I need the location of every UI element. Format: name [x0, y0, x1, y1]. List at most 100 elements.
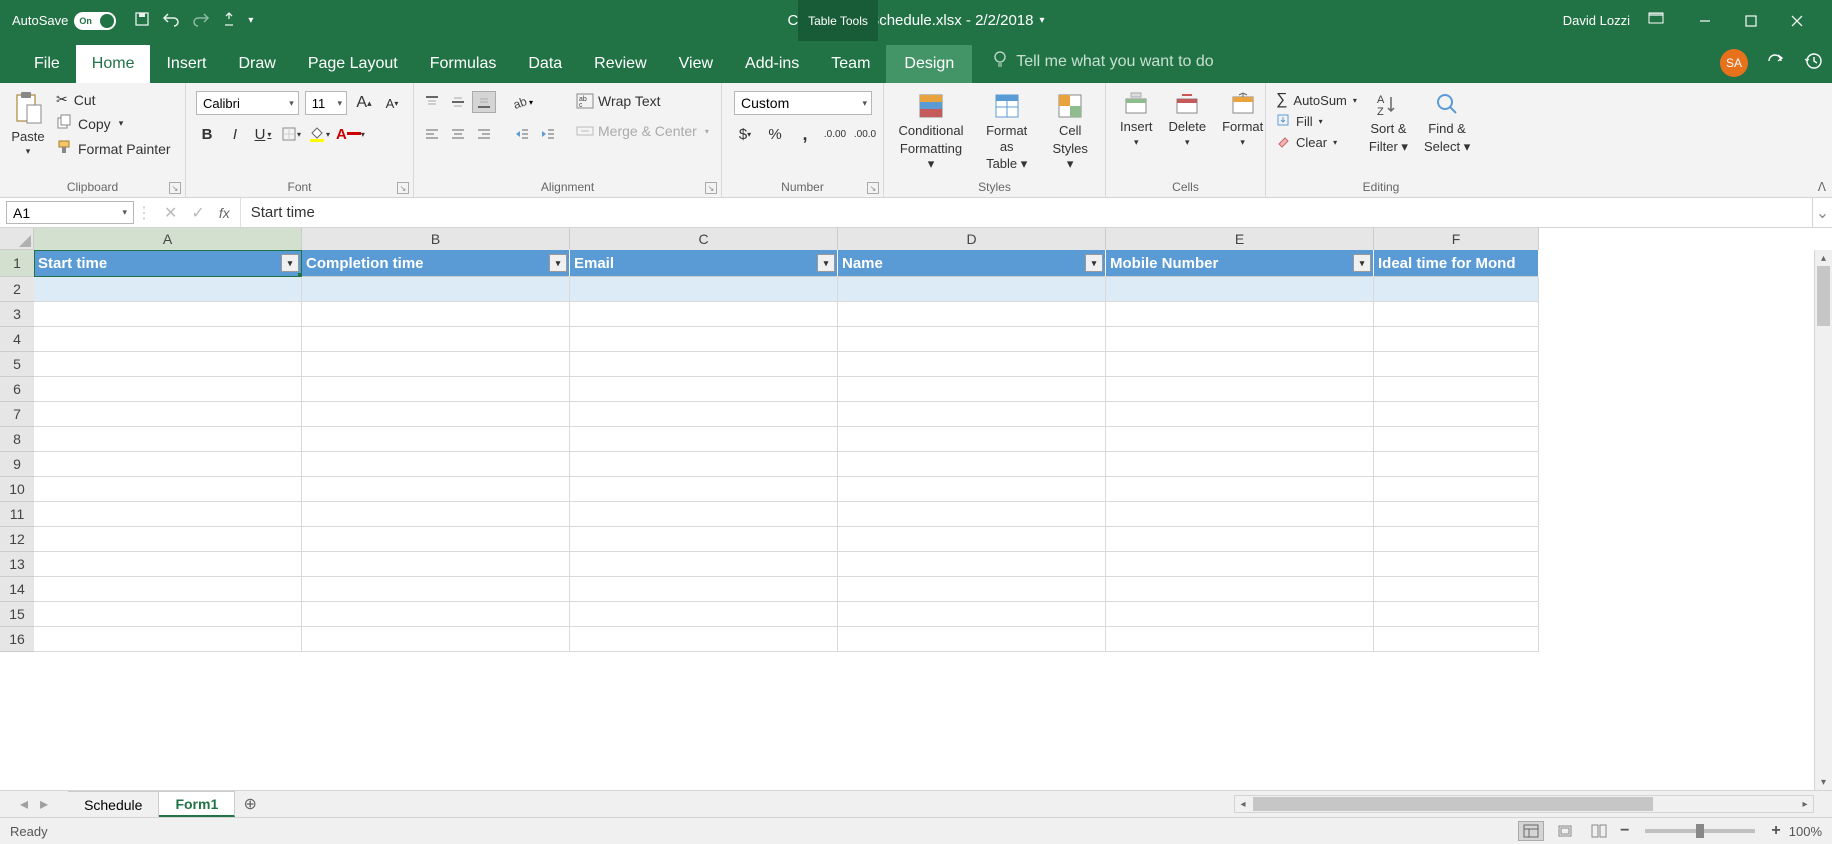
grow-font-button[interactable]: A▴ [353, 92, 375, 114]
cell[interactable] [570, 502, 838, 527]
cell[interactable] [34, 602, 302, 627]
cell[interactable] [1106, 327, 1374, 352]
avatar[interactable]: SA [1720, 49, 1748, 77]
row-header-6[interactable]: 6 [0, 377, 34, 402]
row-header-2[interactable]: 2 [0, 277, 34, 302]
cell[interactable] [302, 627, 570, 652]
cell[interactable] [34, 502, 302, 527]
cell[interactable] [570, 527, 838, 552]
column-header-C[interactable]: C [570, 228, 838, 250]
orientation-button[interactable]: ab▾ [510, 91, 534, 113]
history-icon[interactable] [1804, 51, 1824, 76]
maximize-button[interactable] [1728, 0, 1774, 41]
normal-view-button[interactable] [1518, 821, 1544, 841]
cell[interactable] [302, 327, 570, 352]
cell[interactable] [570, 427, 838, 452]
cell[interactable] [838, 277, 1106, 302]
decrease-decimal-button[interactable]: .00.0 [854, 123, 876, 145]
sheet-tab-form1[interactable]: Form1 [159, 791, 235, 817]
cell[interactable] [34, 452, 302, 477]
title-dropdown-icon[interactable]: ▾ [1039, 15, 1044, 26]
minimize-button[interactable] [1682, 0, 1728, 41]
cell[interactable] [34, 377, 302, 402]
filter-dropdown-icon[interactable]: ▾ [1353, 254, 1371, 272]
cell[interactable] [838, 477, 1106, 502]
cell[interactable] [302, 277, 570, 302]
cell[interactable] [302, 502, 570, 527]
table-header-cell[interactable]: Start time▾ [34, 250, 302, 277]
cell[interactable] [570, 452, 838, 477]
align-bottom-button[interactable] [472, 91, 496, 113]
cell[interactable] [838, 502, 1106, 527]
font-dialog-launcher[interactable]: ↘ [397, 182, 409, 194]
table-header-cell[interactable]: Completion time▾ [302, 250, 570, 277]
column-header-A[interactable]: A [34, 228, 302, 250]
cell[interactable] [1374, 302, 1539, 327]
cell[interactable] [1374, 602, 1539, 627]
cell[interactable] [570, 402, 838, 427]
row-header-4[interactable]: 4 [0, 327, 34, 352]
cell[interactable] [34, 477, 302, 502]
cell[interactable] [570, 327, 838, 352]
cell[interactable] [838, 552, 1106, 577]
page-layout-view-button[interactable] [1552, 821, 1578, 841]
clear-button[interactable]: Clear▾ [1276, 134, 1357, 151]
insert-function-button[interactable]: fx [219, 205, 230, 221]
cell[interactable] [838, 402, 1106, 427]
scroll-down-icon[interactable]: ▾ [1815, 774, 1832, 790]
enter-icon[interactable]: ✓ [191, 203, 204, 223]
vertical-scrollbar[interactable]: ▴ ▾ [1814, 250, 1832, 790]
filter-dropdown-icon[interactable]: ▾ [549, 254, 567, 272]
cell[interactable] [34, 352, 302, 377]
cell[interactable] [1106, 552, 1374, 577]
cell[interactable] [34, 527, 302, 552]
cell[interactable] [1106, 427, 1374, 452]
cell[interactable] [1106, 577, 1374, 602]
clipboard-dialog-launcher[interactable]: ↘ [169, 182, 181, 194]
add-sheet-button[interactable]: ⊕ [235, 791, 265, 817]
ribbon-display-icon[interactable] [1648, 12, 1664, 29]
cell[interactable] [1374, 402, 1539, 427]
tab-design[interactable]: Design [886, 45, 972, 83]
cell[interactable] [570, 552, 838, 577]
filter-dropdown-icon[interactable]: ▾ [817, 254, 835, 272]
wrap-text-button[interactable]: abcWrap Text [572, 91, 713, 111]
cell[interactable] [1374, 577, 1539, 602]
cell[interactable] [302, 377, 570, 402]
formula-input[interactable]: Start time [240, 198, 1812, 227]
fill-color-button[interactable]: ▾ [308, 123, 330, 145]
user-name[interactable]: David Lozzi [1563, 13, 1630, 28]
cell[interactable] [34, 302, 302, 327]
tab-draw[interactable]: Draw [222, 45, 291, 83]
select-all-button[interactable] [0, 228, 34, 250]
row-header-11[interactable]: 11 [0, 502, 34, 527]
zoom-in-button[interactable]: + [1771, 822, 1780, 840]
fill-button[interactable]: Fill▾ [1276, 113, 1357, 130]
tab-page-layout[interactable]: Page Layout [292, 45, 414, 83]
sheet-next-icon[interactable]: ▸ [40, 794, 48, 814]
cell[interactable] [1374, 502, 1539, 527]
cell[interactable] [838, 427, 1106, 452]
decrease-indent-button[interactable] [510, 123, 534, 145]
cancel-icon[interactable]: ✕ [164, 203, 177, 223]
zoom-level[interactable]: 100% [1789, 824, 1822, 839]
cell[interactable] [1374, 277, 1539, 302]
sheet-tab-schedule[interactable]: Schedule [68, 791, 159, 817]
tab-view[interactable]: View [663, 45, 729, 83]
cell[interactable] [1374, 527, 1539, 552]
share-icon[interactable] [1766, 52, 1786, 75]
cell[interactable] [838, 527, 1106, 552]
align-middle-button[interactable] [446, 91, 470, 113]
tab-insert[interactable]: Insert [150, 45, 222, 83]
cell[interactable] [1374, 377, 1539, 402]
number-dialog-launcher[interactable]: ↘ [867, 182, 879, 194]
cell[interactable] [1374, 327, 1539, 352]
scroll-left-icon[interactable]: ◂ [1235, 796, 1251, 812]
cell[interactable] [302, 477, 570, 502]
horizontal-scrollbar[interactable]: ◂ ▸ [1234, 795, 1814, 813]
shrink-font-button[interactable]: A▾ [381, 92, 403, 114]
column-header-F[interactable]: F [1374, 228, 1539, 250]
cell[interactable] [34, 552, 302, 577]
cell[interactable] [34, 277, 302, 302]
cell[interactable] [838, 377, 1106, 402]
